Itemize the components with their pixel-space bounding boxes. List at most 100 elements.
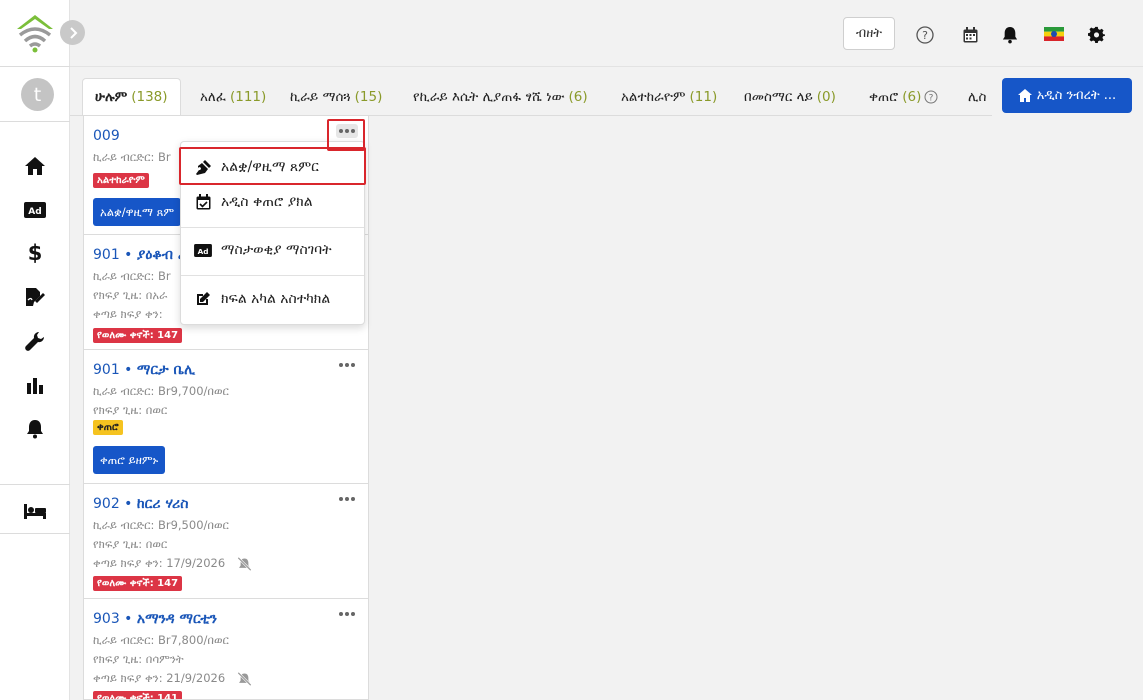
- tab-in-repair[interactable]: በመስማር ላይ (0): [744, 78, 836, 115]
- unit-title[interactable]: 901 • ማርታ ቤሊ: [93, 362, 195, 378]
- bed-icon[interactable]: [22, 499, 48, 523]
- bell-slash-icon[interactable]: [237, 671, 252, 686]
- svg-text:Ad: Ad: [198, 246, 209, 255]
- tab-appointments[interactable]: ቀጠሮ (6) ?: [869, 78, 938, 115]
- next-payment-row: ቀጣይ ክፍያ ቀን: 17/9/2026: [93, 556, 252, 571]
- top-header: ብዘት ?: [70, 0, 1143, 67]
- payment-period: የክፍያ ጊዜ: በሳምንት: [93, 652, 184, 666]
- rent-amount: ኪራይ ብርድር: Br7,800/በወር: [93, 633, 229, 647]
- menu-divider: [181, 275, 364, 276]
- divider: [0, 121, 70, 122]
- tab-vacant[interactable]: አልተከራዮም (11): [621, 78, 718, 115]
- next-payment-date: ቀጣይ ክፍያ ቀን: 21/9/2026: [93, 671, 226, 685]
- tab-label: ቀጠሮ: [869, 89, 899, 105]
- edit-icon: [194, 290, 212, 308]
- add-lease-button[interactable]: አልቋ/ዋዚማ ጸም: [93, 198, 182, 226]
- notifications-bell-icon[interactable]: [1000, 25, 1020, 45]
- payment-period: የክፍያ ጊዜ: በአራ: [93, 288, 168, 302]
- unit-title[interactable]: 901 • ያዕቆብ ሬ: [93, 247, 187, 263]
- calendar-icon[interactable]: [960, 25, 980, 45]
- next-payment-date: ቀጣይ ክፍያ ቀን:: [93, 307, 163, 321]
- unit-number[interactable]: 009: [93, 128, 120, 144]
- multi-button[interactable]: ብዘት: [843, 17, 895, 50]
- overdue-badge: የወለሙ ቀኖች: 141: [93, 691, 183, 699]
- more-options-icon[interactable]: [336, 358, 358, 372]
- tab-count: (0): [816, 89, 836, 105]
- rent-amount: ኪራይ ብርድር: Br: [93, 150, 171, 164]
- status-tabs: ሁሉም (138) አለፈ (111) ኪራይ ማሰጓ (15) የኪራይ እሴት ሊ…: [70, 68, 992, 116]
- unit-card[interactable]: 901 • ማርታ ቤሊ ኪራይ ብርድር: Br9,700/በወር የክፍያ …: [84, 350, 368, 484]
- house-icon: [1017, 89, 1032, 102]
- divider: [0, 484, 70, 485]
- chart-icon[interactable]: [22, 373, 48, 397]
- ethiopia-flag-icon[interactable]: [1043, 26, 1065, 42]
- gear-icon[interactable]: [1086, 24, 1106, 44]
- tab-count: (138): [131, 89, 168, 105]
- more-options-icon[interactable]: [336, 607, 358, 621]
- bell-slash-icon[interactable]: [237, 556, 252, 571]
- payment-period: የክፍያ ጊዜ: በወር: [93, 537, 168, 551]
- next-payment-date: ቀጣይ ክፍያ ቀን: 17/9/2026: [93, 556, 226, 570]
- tab-label: ኪራይ ማሰጓ: [290, 89, 351, 105]
- tab-label: አልተከራዮም: [621, 89, 686, 105]
- menu-item-label: ክፍል አካል አስተካክል: [221, 291, 331, 307]
- help-icon[interactable]: ?: [924, 90, 938, 104]
- menu-divider: [181, 227, 364, 228]
- sidebar: t Ad $: [0, 0, 70, 700]
- signature-icon[interactable]: [22, 285, 48, 309]
- logo-icon[interactable]: [14, 13, 56, 53]
- unit-title[interactable]: 903 • አማንዳ ማርቲን: [93, 611, 217, 627]
- menu-item-post-ad[interactable]: Ad ማስታወቂያ ማስገባት: [181, 230, 364, 270]
- rent-amount: ኪራይ ብርድር: Br9,500/በወር: [93, 518, 229, 532]
- svg-text:Ad: Ad: [28, 207, 41, 217]
- tab-count: (111): [229, 89, 267, 105]
- highlight-box: [179, 147, 366, 185]
- rent-amount: ኪራይ ብርድር: Br9,700/በወር: [93, 384, 229, 398]
- tab-rent-due[interactable]: ኪራይ ማሰጓ (15): [290, 78, 383, 115]
- add-property-button[interactable]: አዲስ ንብረት ...: [1002, 78, 1132, 113]
- tab-label: ሊስ: [968, 89, 987, 105]
- menu-item-label: ማስታወቂያ ማስገባት: [221, 242, 332, 258]
- tab-expired[interactable]: አለፈ (111): [200, 78, 267, 115]
- unit-title[interactable]: 902 • ከርሪ ሃሪስ: [93, 496, 188, 512]
- dollar-icon[interactable]: $: [22, 241, 48, 265]
- add-property-label: አዲስ ንብረት ...: [1036, 88, 1117, 103]
- menu-item-label: አዲስ ቀጠሮ ያክል: [221, 194, 313, 210]
- next-payment-row: ቀጣይ ክፍያ ቀን: 21/9/2026: [93, 671, 252, 686]
- menu-item-edit-unit[interactable]: ክፍል አካል አስተካክል: [181, 279, 364, 319]
- unit-number: 901: [93, 247, 120, 263]
- appointment-badge: ቀጠሮ: [93, 420, 123, 435]
- tab-label: አለፈ: [200, 89, 226, 105]
- overdue-badge: የወለሙ ቀኖች: 147: [93, 576, 183, 591]
- tab-lease[interactable]: ሊስ: [968, 78, 987, 115]
- overdue-badge: የወለሙ ቀኖች: 147: [93, 328, 183, 343]
- tab-count: (11): [689, 89, 718, 105]
- tenant-name: አማንዳ ማርቲን: [136, 611, 218, 627]
- tab-all[interactable]: ሁሉም (138): [82, 78, 181, 115]
- tenant-name: ማርታ ቤሊ: [136, 362, 195, 378]
- tab-expiring[interactable]: የኪራይ እሴት ሊያጠፋ ፃሼ ነው (6): [413, 78, 588, 115]
- svg-text:?: ?: [929, 94, 934, 104]
- tab-label: በመስማር ላይ: [744, 89, 813, 105]
- ad-icon[interactable]: Ad: [22, 198, 48, 222]
- tab-label: ሁሉም: [95, 89, 128, 105]
- ad-icon: Ad: [194, 241, 212, 259]
- unit-card[interactable]: 902 • ከርሪ ሃሪስ ኪራይ ብርድር: Br9,500/በወር የክፍያ…: [84, 484, 368, 599]
- tab-label: የኪራይ እሴት ሊያጠፋ ፃሼ ነው: [413, 89, 565, 105]
- calendar-check-icon: [194, 193, 212, 211]
- unit-card[interactable]: 903 • አማንዳ ማርቲን ኪራይ ብርድር: Br7,800/በወር የክ…: [84, 599, 368, 699]
- tab-count: (6): [902, 89, 922, 105]
- help-icon[interactable]: ?: [915, 25, 935, 45]
- unit-number: 901: [93, 362, 120, 378]
- avatar[interactable]: t: [21, 78, 54, 111]
- sidebar-toggle-chevron-icon[interactable]: [60, 20, 85, 45]
- status-badge: አልተከራዮም: [93, 173, 149, 188]
- bell-icon[interactable]: [22, 417, 48, 441]
- divider: [0, 66, 70, 67]
- more-options-icon[interactable]: [336, 492, 358, 506]
- update-appointment-button[interactable]: ቀጠሮ ይዘምኑ: [93, 446, 166, 474]
- wrench-icon[interactable]: [22, 329, 48, 353]
- home-icon[interactable]: [22, 154, 48, 178]
- menu-item-new-appointment[interactable]: አዲስ ቀጠሮ ያክል: [181, 182, 364, 222]
- tab-count: (15): [354, 89, 383, 105]
